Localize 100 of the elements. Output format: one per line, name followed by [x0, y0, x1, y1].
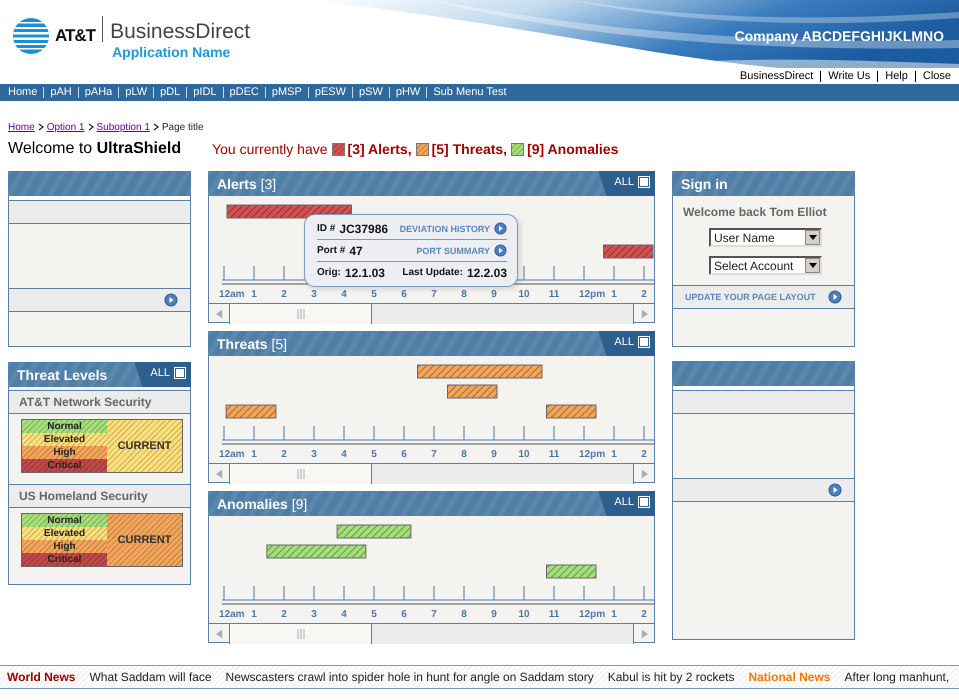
header-link[interactable]: Close: [914, 70, 951, 82]
checkbox[interactable]: [174, 367, 186, 379]
breadcrumb-link[interactable]: Home: [8, 122, 35, 132]
scroll-thumb[interactable]: [229, 624, 372, 644]
axis-label: 12pm: [579, 609, 606, 620]
nav-item[interactable]: Sub Menu Test: [426, 87, 513, 98]
id-value: JC37986: [339, 222, 388, 236]
dropdown[interactable]: Select Account: [709, 256, 822, 275]
axis-label: 12am: [219, 609, 245, 620]
axis-label: 1: [611, 449, 617, 460]
axis-label: 5: [371, 449, 377, 460]
nav-item[interactable]: Home: [2, 87, 44, 98]
all-toggle[interactable]: ALL: [598, 491, 655, 516]
axis-label: 12pm: [579, 449, 606, 460]
axis-label: 10: [518, 609, 530, 620]
news-headline[interactable]: What Saddam will face: [89, 670, 212, 684]
all-toggle[interactable]: ALL: [134, 362, 191, 387]
news-headline[interactable]: After long manhunt,: [844, 670, 950, 684]
header-link[interactable]: Write Us: [820, 70, 878, 82]
breadcrumb-link[interactable]: Suboption 1: [96, 122, 150, 132]
axis-label: 7: [431, 609, 437, 620]
threat-level: Elevated: [22, 433, 107, 446]
arrow-circle-icon[interactable]: [164, 293, 178, 307]
arrow-circle-icon[interactable]: [494, 244, 507, 257]
threat-level: Normal: [22, 420, 107, 433]
panel-title: Anomalies [9]: [216, 496, 308, 512]
arrow-circle-icon[interactable]: [828, 290, 842, 304]
timeline-bar[interactable]: [226, 204, 352, 218]
orig-value: 12.1.03: [344, 266, 385, 280]
threat-level: Critical: [22, 459, 107, 472]
chevron-icon: [88, 123, 94, 131]
axis-label: 1: [611, 289, 617, 300]
arrow-circle-icon[interactable]: [494, 222, 507, 235]
caret-icon[interactable]: [805, 230, 820, 245]
current-level: CURRENT: [107, 514, 182, 566]
section-title: US Homeland Security: [19, 489, 148, 503]
axis-label: 9: [491, 289, 497, 300]
nav-item[interactable]: pESW: [308, 87, 352, 98]
header-link[interactable]: BusinessDirect: [732, 70, 820, 82]
scrollbar[interactable]: [209, 463, 654, 484]
axis-label: 3: [311, 289, 317, 300]
all-toggle[interactable]: ALL: [598, 331, 655, 356]
timeline-bar[interactable]: [336, 524, 412, 538]
summary-count: [3] Alerts,: [348, 141, 412, 157]
id-label: ID #: [317, 223, 336, 234]
all-toggle[interactable]: ALL: [598, 171, 655, 196]
axis-label: 8: [461, 609, 467, 620]
axis-label: 10: [518, 449, 530, 460]
timeline-bar[interactable]: [417, 364, 542, 378]
port-value: 47: [349, 244, 363, 258]
axis-label: 2: [641, 449, 647, 460]
threat-level: Normal: [22, 514, 107, 527]
breadcrumb-current: Page title: [162, 122, 204, 132]
arrow-circle-icon[interactable]: [828, 483, 842, 497]
greeting: Welcome back Tom Elliot: [682, 204, 828, 219]
news-headline[interactable]: Newscasters crawl into spider hole in hunt for angle on Saddam story: [226, 670, 594, 684]
nav-item[interactable]: pAHa: [78, 87, 118, 98]
scrollbar[interactable]: [209, 623, 654, 644]
nav-item[interactable]: pIDL: [186, 87, 223, 98]
axis-label: 1: [251, 449, 257, 460]
summary-text: You currently have: [212, 141, 328, 157]
breadcrumb-link[interactable]: Option 1: [46, 122, 84, 132]
news-headline[interactable]: Kabul is hit by 2 rockets: [608, 670, 734, 684]
axis-label: 6: [401, 609, 407, 620]
nav-item[interactable]: pSW: [352, 87, 389, 98]
nav-item[interactable]: pDL: [153, 87, 186, 98]
timeline-bar[interactable]: [546, 404, 596, 418]
axis-label: 4: [341, 609, 347, 620]
timeline-bar[interactable]: [447, 384, 498, 398]
timeline-bar[interactable]: [226, 404, 276, 418]
checkbox[interactable]: [638, 336, 650, 348]
header-link[interactable]: Help: [877, 70, 915, 82]
welcome-title: Welcome to UltraShield: [8, 140, 182, 158]
orig-label: Orig:: [317, 267, 341, 278]
product-name: BusinessDirect: [110, 20, 250, 44]
scrollbar[interactable]: [209, 303, 654, 324]
scroll-thumb[interactable]: [229, 304, 372, 324]
checkbox[interactable]: [638, 176, 650, 188]
nav-item[interactable]: pDEC: [222, 87, 265, 98]
axis-label: 9: [491, 449, 497, 460]
nav-item[interactable]: pHW: [388, 87, 426, 98]
nav-item[interactable]: pMSP: [264, 87, 308, 98]
dropdown[interactable]: User Name: [709, 228, 822, 247]
axis-label: 10: [518, 289, 530, 300]
summary-count: [9] Anomalies: [527, 141, 618, 157]
axis-label: 2: [641, 609, 647, 620]
axis-label: 3: [311, 449, 317, 460]
threat-level: Critical: [22, 553, 107, 566]
scroll-thumb[interactable]: [229, 464, 372, 484]
port-label: Port #: [317, 245, 346, 256]
brand-name: AT&T: [55, 26, 96, 46]
update-label: Last Update:: [402, 267, 463, 278]
timeline-bar[interactable]: [546, 564, 596, 578]
nav-item[interactable]: pAH: [43, 87, 78, 98]
caret-icon[interactable]: [805, 258, 820, 273]
axis-label: 2: [281, 449, 287, 460]
news-category[interactable]: World News: [7, 670, 76, 684]
checkbox[interactable]: [638, 496, 650, 508]
nav-item[interactable]: pLW: [118, 87, 154, 98]
timeline-bar[interactable]: [266, 544, 366, 558]
